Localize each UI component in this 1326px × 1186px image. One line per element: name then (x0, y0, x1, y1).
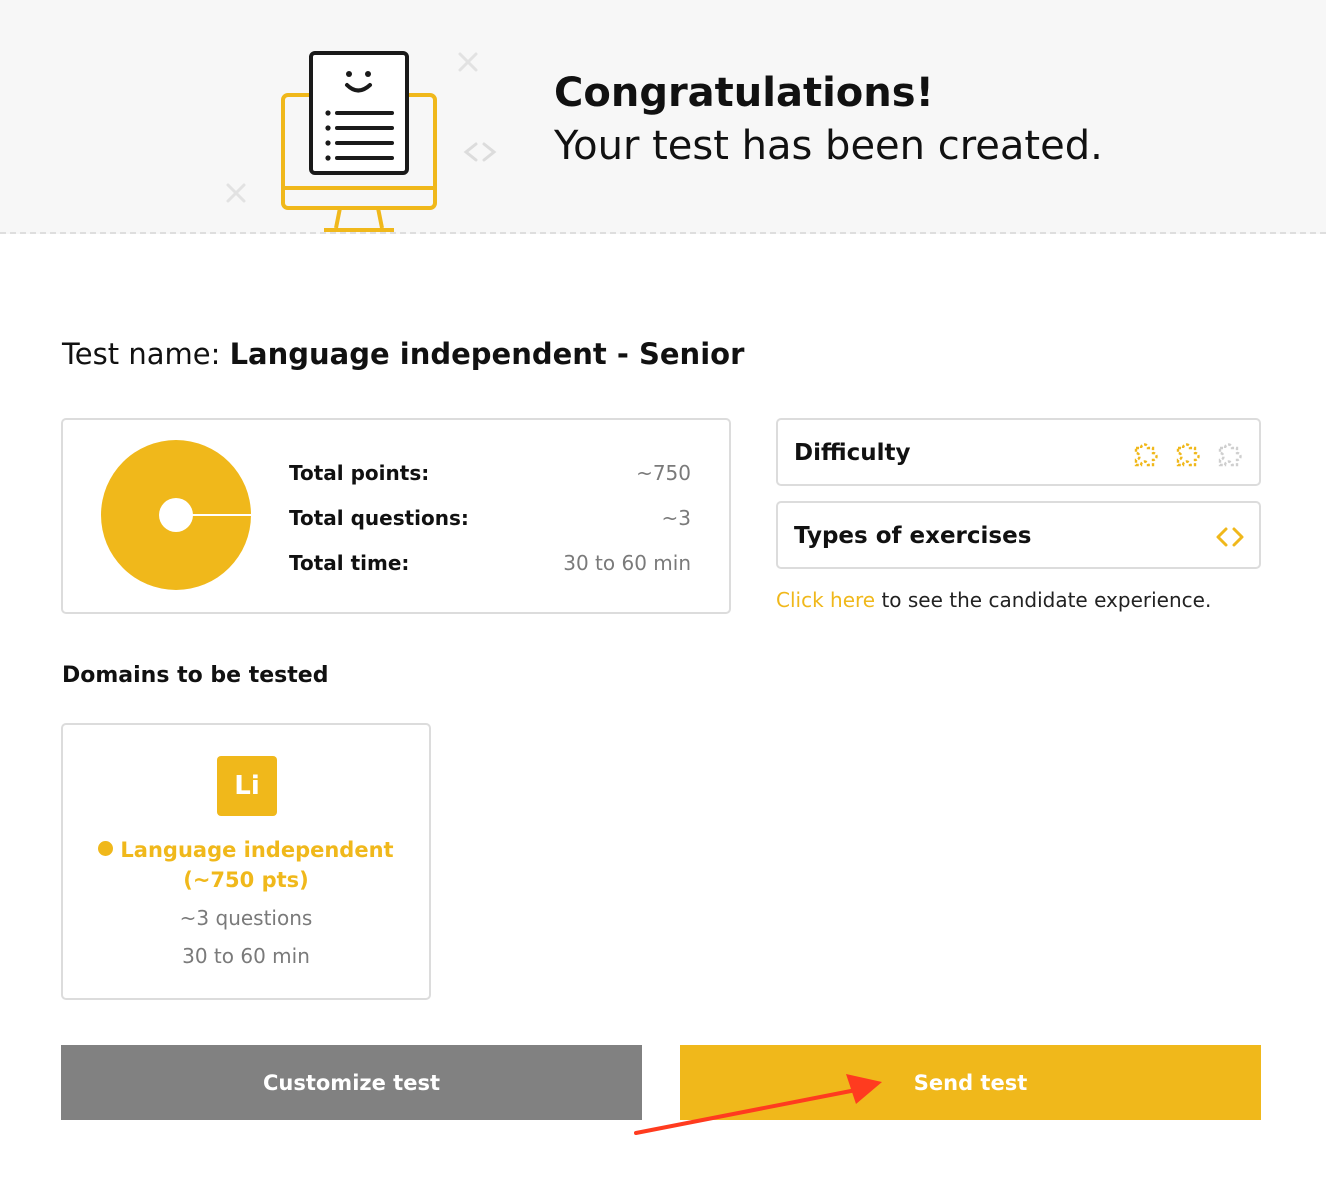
test-name-label: Test name: (62, 337, 230, 371)
test-summary-card: Total points: ~750 Total questions: ~3 T… (61, 418, 731, 614)
customize-test-button[interactable]: Customize test (61, 1045, 642, 1120)
domain-card: Li Language independent (~750 pts) ~3 qu… (61, 723, 431, 1000)
monitor-document-smiley-icon (226, 51, 497, 232)
total-questions-value: ~3 (661, 506, 691, 530)
puzzle-icon (1134, 443, 1158, 467)
domain-badge: Li (217, 756, 277, 816)
difficulty-panel[interactable]: Difficulty (776, 418, 1261, 486)
difficulty-title: Difficulty (794, 440, 911, 466)
total-time-value: 30 to 60 min (563, 551, 691, 575)
test-name-line: Test name: Language independent - Senior (62, 336, 744, 372)
types-of-exercises-panel[interactable]: Types of exercises (776, 501, 1261, 569)
puzzle-icon (1218, 443, 1242, 467)
total-points-value: ~750 (636, 461, 691, 485)
domain-time: 30 to 60 min (182, 944, 310, 968)
domain-dot-icon (98, 841, 114, 856)
total-time-label: Total time: (289, 551, 410, 575)
domains-heading: Domains to be tested (62, 663, 329, 688)
difficulty-rating (1129, 438, 1245, 470)
candidate-experience-link[interactable]: Click here (776, 588, 875, 612)
code-brackets-icon (1216, 527, 1244, 547)
candidate-experience-text: to see the candidate experience. (875, 588, 1212, 612)
exercises-title: Types of exercises (794, 523, 1032, 549)
puzzle-icon (1176, 443, 1200, 467)
send-test-button[interactable]: Send test (680, 1045, 1261, 1120)
total-points-label: Total points: (289, 461, 430, 485)
points-pie-chart (101, 440, 251, 590)
banner-subheading: Your test has been created. (554, 123, 1103, 169)
test-name-value: Language independent - Senior (229, 337, 745, 371)
domain-name: Language independent (~750 pts) (63, 835, 429, 895)
congratulations-banner: Congratulations! Your test has been crea… (0, 0, 1326, 234)
banner-heading: Congratulations! (554, 70, 934, 116)
domain-name-text: Language independent (120, 838, 394, 862)
total-questions-label: Total questions: (289, 506, 469, 530)
domain-points: (~750 pts) (183, 868, 309, 892)
domain-questions: ~3 questions (179, 906, 313, 930)
candidate-experience-line: Click here to see the candidate experien… (776, 587, 1211, 613)
